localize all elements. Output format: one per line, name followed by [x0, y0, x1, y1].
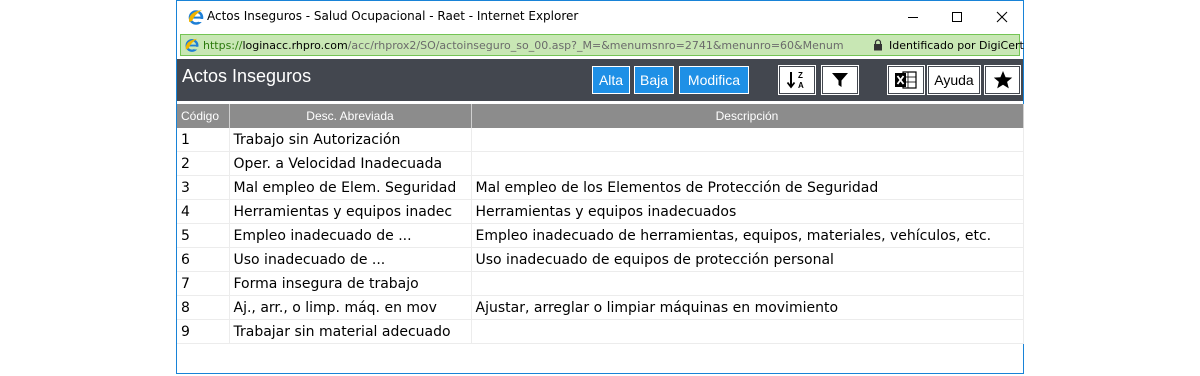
cell-short-desc: Oper. a Velocidad Inadecuada: [229, 151, 472, 176]
cell-description: [471, 271, 1024, 296]
url-text[interactable]: https://loginacc.rhpro.com/acc/rhprox2/S…: [203, 39, 843, 52]
cell-code: 7: [177, 271, 230, 296]
cell-short-desc: Trabajo sin Autorización: [229, 128, 472, 152]
table-row[interactable]: 4 Herramientas y equipos inadec Herramient…: [177, 199, 1024, 224]
data-table: Código Desc. Abreviada Descripción 1 Trab…: [177, 104, 1024, 344]
export-excel-button[interactable]: [887, 65, 925, 95]
table-row[interactable]: 3 Mal empleo de Elem. Seguridad Mal empleo…: [177, 175, 1024, 200]
address-bar[interactable]: https://loginacc.rhpro.com/acc/rhprox2/S…: [180, 34, 1024, 56]
close-button[interactable]: [979, 1, 1025, 32]
cell-description: Uso inadecuado de equipos de protección …: [471, 247, 1024, 272]
app-header: Actos Inseguros Alta Baja Modifica Z A A…: [177, 59, 1023, 101]
table-row[interactable]: 9 Trabajar sin material adecuado: [177, 319, 1024, 344]
baja-button[interactable]: Baja: [634, 66, 674, 94]
svg-text:Z: Z: [798, 71, 803, 80]
security-identity[interactable]: Identificado por DigiCert: [889, 39, 1024, 52]
page-title: Actos Inseguros: [182, 66, 312, 86]
modifica-button[interactable]: Modifica: [679, 66, 749, 94]
cell-description: [471, 319, 1024, 344]
table-header-row: Código Desc. Abreviada Descripción: [177, 104, 1024, 128]
cell-short-desc: Aj., arr., o limp. máq. en mov: [229, 295, 472, 320]
window-title: Actos Inseguros - Salud Ocupacional - Ra…: [207, 9, 579, 23]
minimize-icon: [908, 16, 918, 18]
maximize-button[interactable]: [934, 1, 980, 32]
cell-code: 1: [177, 128, 230, 152]
lock-icon[interactable]: [873, 39, 883, 51]
sort-icon: Z A: [786, 71, 804, 90]
cell-description: Mal empleo de los Elementos de Protecció…: [471, 175, 1024, 200]
column-header-codigo[interactable]: Código: [177, 104, 230, 128]
close-icon: [996, 11, 1008, 22]
excel-icon: [895, 71, 917, 89]
cell-code: 2: [177, 151, 230, 176]
cell-description: [471, 128, 1024, 152]
cell-short-desc: Empleo inadecuado de ...: [229, 223, 472, 248]
table-row[interactable]: 1 Trabajo sin Autorización: [177, 128, 1024, 152]
column-header-descripcion[interactable]: Descripción: [471, 104, 1024, 128]
table-row[interactable]: 8 Aj., arr., o limp. máq. en mov Ajustar, …: [177, 295, 1024, 320]
cell-short-desc: Forma insegura de trabajo: [229, 271, 472, 296]
cell-code: 8: [177, 295, 230, 320]
internet-explorer-icon: [185, 38, 199, 52]
cell-description: Herramientas y equipos inadecuados: [471, 199, 1024, 224]
star-icon: [993, 71, 1012, 89]
ayuda-button[interactable]: Ayuda: [927, 65, 981, 95]
browser-window: Actos Inseguros - Salud Ocupacional - Ra…: [176, 0, 1024, 374]
svg-text:A: A: [798, 81, 804, 90]
cell-short-desc: Trabajar sin material adecuado: [229, 319, 472, 344]
column-header-desc-abreviada[interactable]: Desc. Abreviada: [229, 104, 472, 128]
filter-icon: [832, 73, 848, 87]
cell-description: Empleo inadecuado de herramientas, equip…: [471, 223, 1024, 248]
title-bar: Actos Inseguros - Salud Ocupacional - Ra…: [177, 1, 1023, 33]
cell-short-desc: Herramientas y equipos inadec: [229, 199, 472, 224]
maximize-icon: [952, 11, 962, 22]
cell-short-desc: Mal empleo de Elem. Seguridad: [229, 175, 472, 200]
table-row[interactable]: 2 Oper. a Velocidad Inadecuada: [177, 151, 1024, 176]
sort-button[interactable]: Z A: [778, 65, 816, 95]
table-row[interactable]: 7 Forma insegura de trabajo: [177, 271, 1024, 296]
url-path: /acc/rhprox2/SO/actoinseguro_so_00.asp?_…: [347, 39, 843, 52]
cell-code: 5: [177, 223, 230, 248]
favorite-button[interactable]: [984, 65, 1021, 95]
minimize-button[interactable]: [890, 1, 936, 32]
cell-code: 6: [177, 247, 230, 272]
url-host: loginacc.rhpro.com: [242, 39, 348, 52]
cell-code: 3: [177, 175, 230, 200]
filter-button[interactable]: [821, 65, 859, 95]
table-row[interactable]: 6 Uso inadecuado de ... Uso inadecuado de …: [177, 247, 1024, 272]
internet-explorer-icon: [188, 10, 204, 25]
cell-short-desc: Uso inadecuado de ...: [229, 247, 472, 272]
cell-description: [471, 151, 1024, 176]
alta-button[interactable]: Alta: [592, 66, 630, 94]
cell-description: Ajustar, arreglar o limpiar máquinas en …: [471, 295, 1024, 320]
cell-code: 4: [177, 199, 230, 224]
cell-code: 9: [177, 319, 230, 344]
url-protocol: https://: [203, 39, 243, 52]
table-row[interactable]: 5 Empleo inadecuado de ... Empleo inadecua…: [177, 223, 1024, 248]
